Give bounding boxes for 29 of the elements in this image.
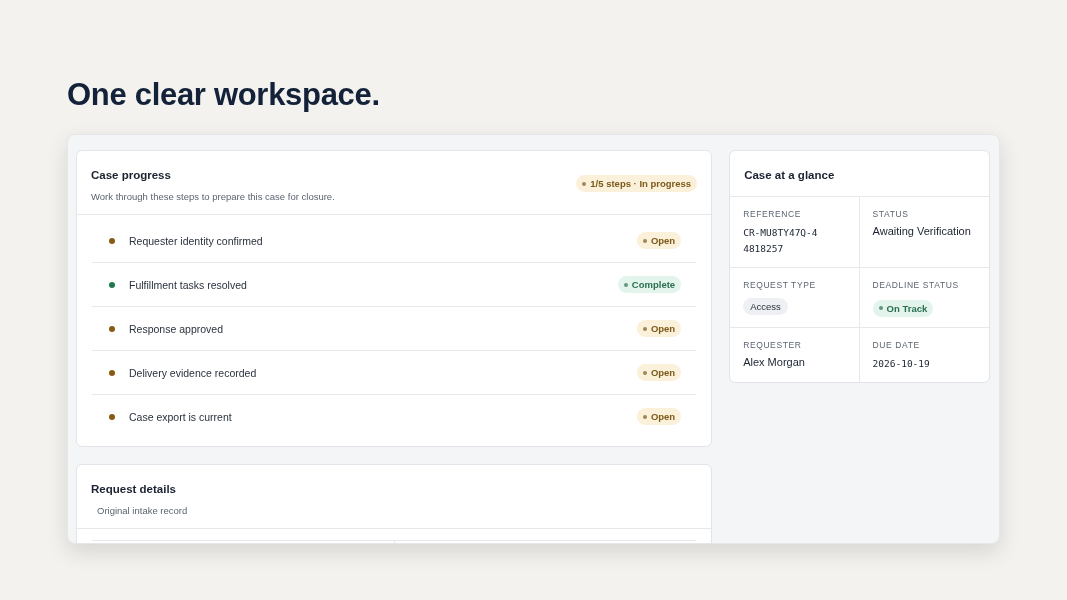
- status-badge: On Track: [872, 299, 934, 317]
- status-badge: Open: [636, 364, 682, 381]
- field-label: REQUESTER: [743, 339, 803, 350]
- field-value: CR-MU8TY47Q-44818257: [743, 226, 819, 256]
- field-value: Alex Morgan: [743, 355, 806, 368]
- step-label: Fulfillment tasks resolved: [129, 278, 248, 291]
- card-subtitle: Work through these steps to prepare this case for closure.: [91, 191, 335, 202]
- field-label: REQUEST TYPE: [743, 280, 817, 290]
- field-label: REFERENCE: [743, 209, 802, 219]
- field-value: 2026-10-19: [872, 356, 931, 371]
- page-headline: One clear workspace.: [66, 76, 381, 114]
- step-label: Delivery evidence recorded: [129, 366, 258, 379]
- field-label: DEADLINE STATUS: [872, 280, 960, 290]
- status-badge: Open: [636, 232, 682, 249]
- field-label: STATUS: [872, 209, 910, 219]
- card-title: Case at a glance: [744, 169, 835, 181]
- step-label: Requester identity confirmed: [129, 234, 264, 247]
- progress-badge: 1/5 steps · In progress: [576, 175, 698, 192]
- type-tag: Access: [743, 298, 788, 315]
- status-badge: Complete: [617, 276, 682, 293]
- card-subtitle: Original intake record: [97, 505, 189, 516]
- card-title: Request details: [91, 483, 176, 495]
- status-badge: Open: [636, 408, 682, 425]
- status-badge: Open: [636, 320, 682, 337]
- step-label: Response approved: [129, 322, 224, 335]
- card-title: Case progress: [91, 169, 171, 181]
- field-value: Awaiting Verification: [872, 225, 972, 237]
- field-label: DUE DATE: [872, 339, 921, 350]
- step-label: Case export is current: [129, 410, 233, 423]
